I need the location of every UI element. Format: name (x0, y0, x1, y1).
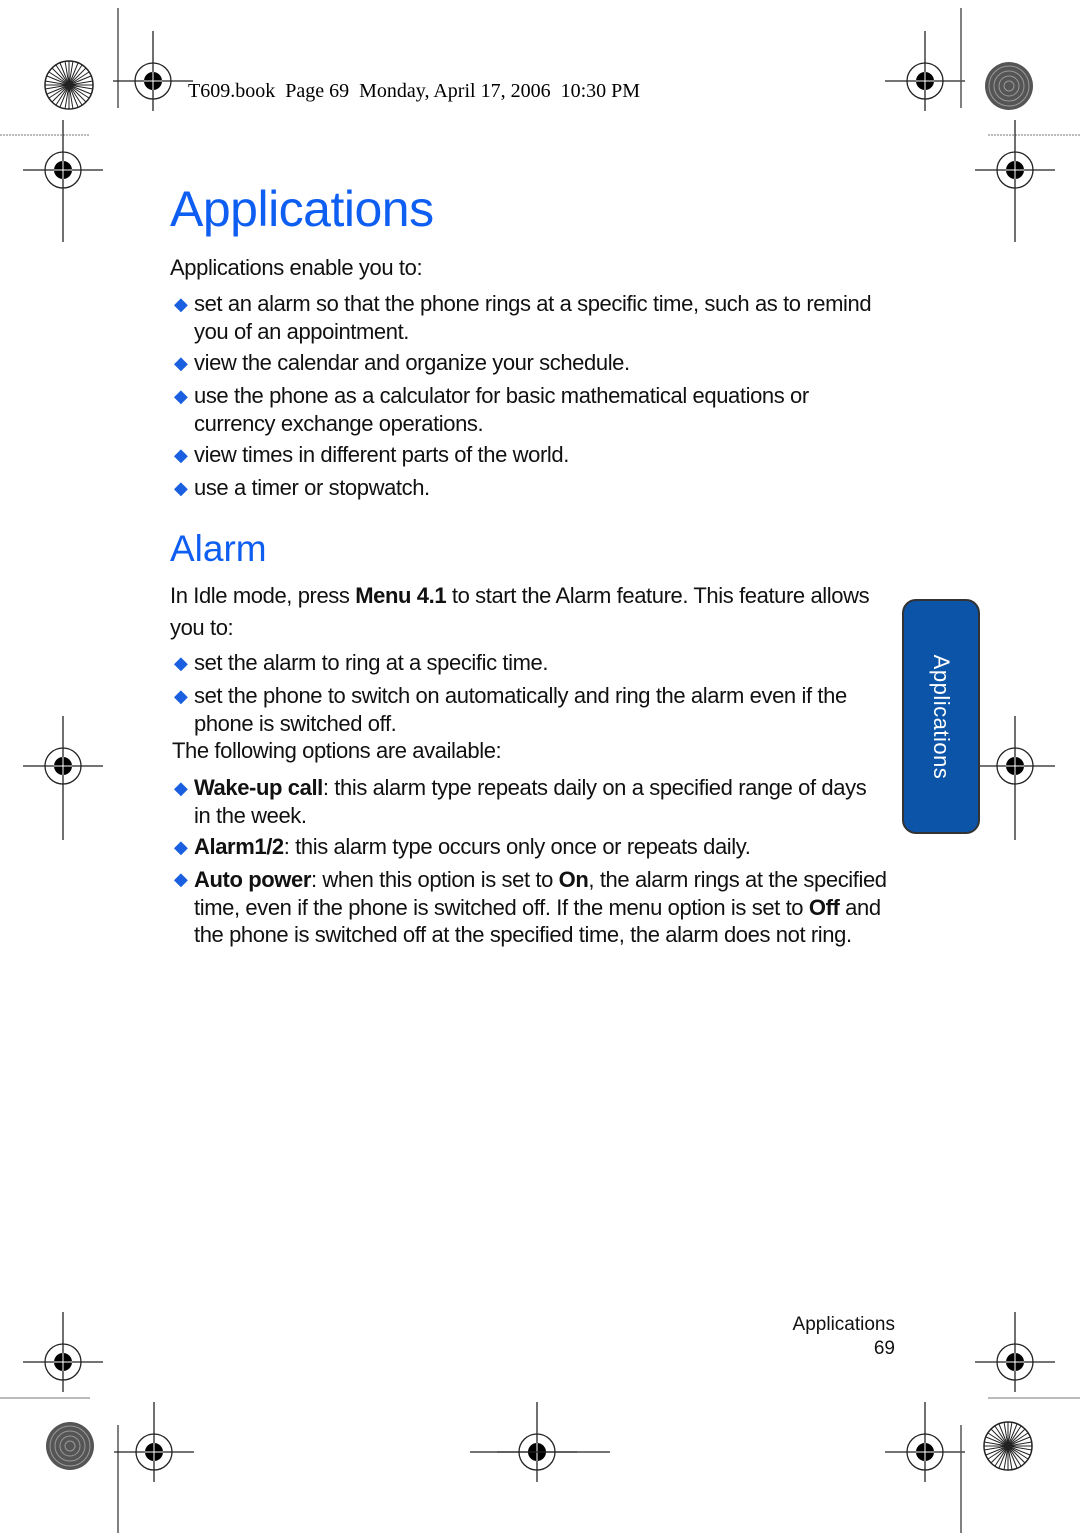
list-item: ◆ use a timer or stopwatch. (174, 475, 430, 500)
option-term: Alarm1/2 (194, 834, 284, 859)
list-item: ◆ view the calendar and organize your sc… (174, 350, 630, 375)
list-item: ◆ set the alarm to ring at a specific ti… (174, 650, 549, 675)
color-target-icon (984, 61, 1034, 111)
registration-mark-icon (113, 1401, 195, 1483)
diamond-bullet-icon: ◆ (174, 837, 188, 857)
option-term: Wake-up call (194, 775, 323, 800)
diamond-bullet-icon: ◆ (174, 478, 188, 498)
page-footer: Applications 69 (793, 1313, 895, 1361)
registration-mark-icon (112, 30, 194, 112)
registration-mark-icon (22, 715, 104, 797)
diamond-bullet-icon: ◆ (174, 294, 188, 314)
diamond-bullet-icon: ◆ (174, 869, 188, 889)
diamond-bullet-icon: ◆ (174, 653, 188, 673)
color-target-icon (45, 1421, 95, 1471)
list-item: ◆ view times in different parts of the w… (174, 442, 569, 467)
registration-mark-icon (974, 119, 1056, 201)
section-heading-alarm: Alarm (170, 528, 267, 569)
page-title: Applications (170, 181, 434, 237)
page-number: 69 (873, 1338, 895, 1359)
options-intro: The following options are available: (172, 738, 502, 763)
registration-mark-icon (496, 1401, 578, 1483)
section-tab-label: Applications (929, 654, 954, 779)
diamond-bullet-icon: ◆ (174, 445, 188, 465)
starburst-target-icon (983, 1421, 1033, 1471)
option-term: Auto power (194, 867, 311, 892)
list-item: ◆ set an alarm so that the phone rings a… (174, 291, 872, 344)
registration-mark-icon (884, 30, 966, 112)
alarm-intro: In Idle mode, press Menu 4.1 to start th… (170, 583, 870, 640)
list-item: ◆ Alarm1/2: this alarm type occurs only … (174, 834, 751, 859)
section-tab: Applications (902, 599, 980, 834)
registration-mark-icon (884, 1401, 966, 1483)
diamond-bullet-icon: ◆ (174, 386, 188, 406)
diamond-bullet-icon: ◆ (174, 686, 188, 706)
diamond-bullet-icon: ◆ (174, 353, 188, 373)
list-item: ◆ use the phone as a calculator for basi… (174, 383, 809, 436)
intro-text: Applications enable you to: (170, 255, 423, 280)
registration-mark-icon (22, 119, 104, 201)
diamond-bullet-icon: ◆ (174, 778, 188, 798)
menu-shortcut: Menu 4.1 (355, 583, 447, 608)
list-item: ◆ Auto power: when this option is set to… (174, 867, 887, 947)
footer-section: Applications (792, 1314, 895, 1335)
list-item: ◆ Wake-up call: this alarm type repeats … (174, 775, 867, 828)
registration-mark-icon (974, 715, 1056, 797)
registration-mark-icon (22, 1311, 104, 1393)
registration-mark-icon (974, 1311, 1056, 1393)
starburst-target-icon (44, 60, 94, 110)
print-header: T609.book Page 69 Monday, April 17, 2006… (188, 80, 641, 102)
list-item: ◆ set the phone to switch on automatical… (174, 683, 847, 736)
